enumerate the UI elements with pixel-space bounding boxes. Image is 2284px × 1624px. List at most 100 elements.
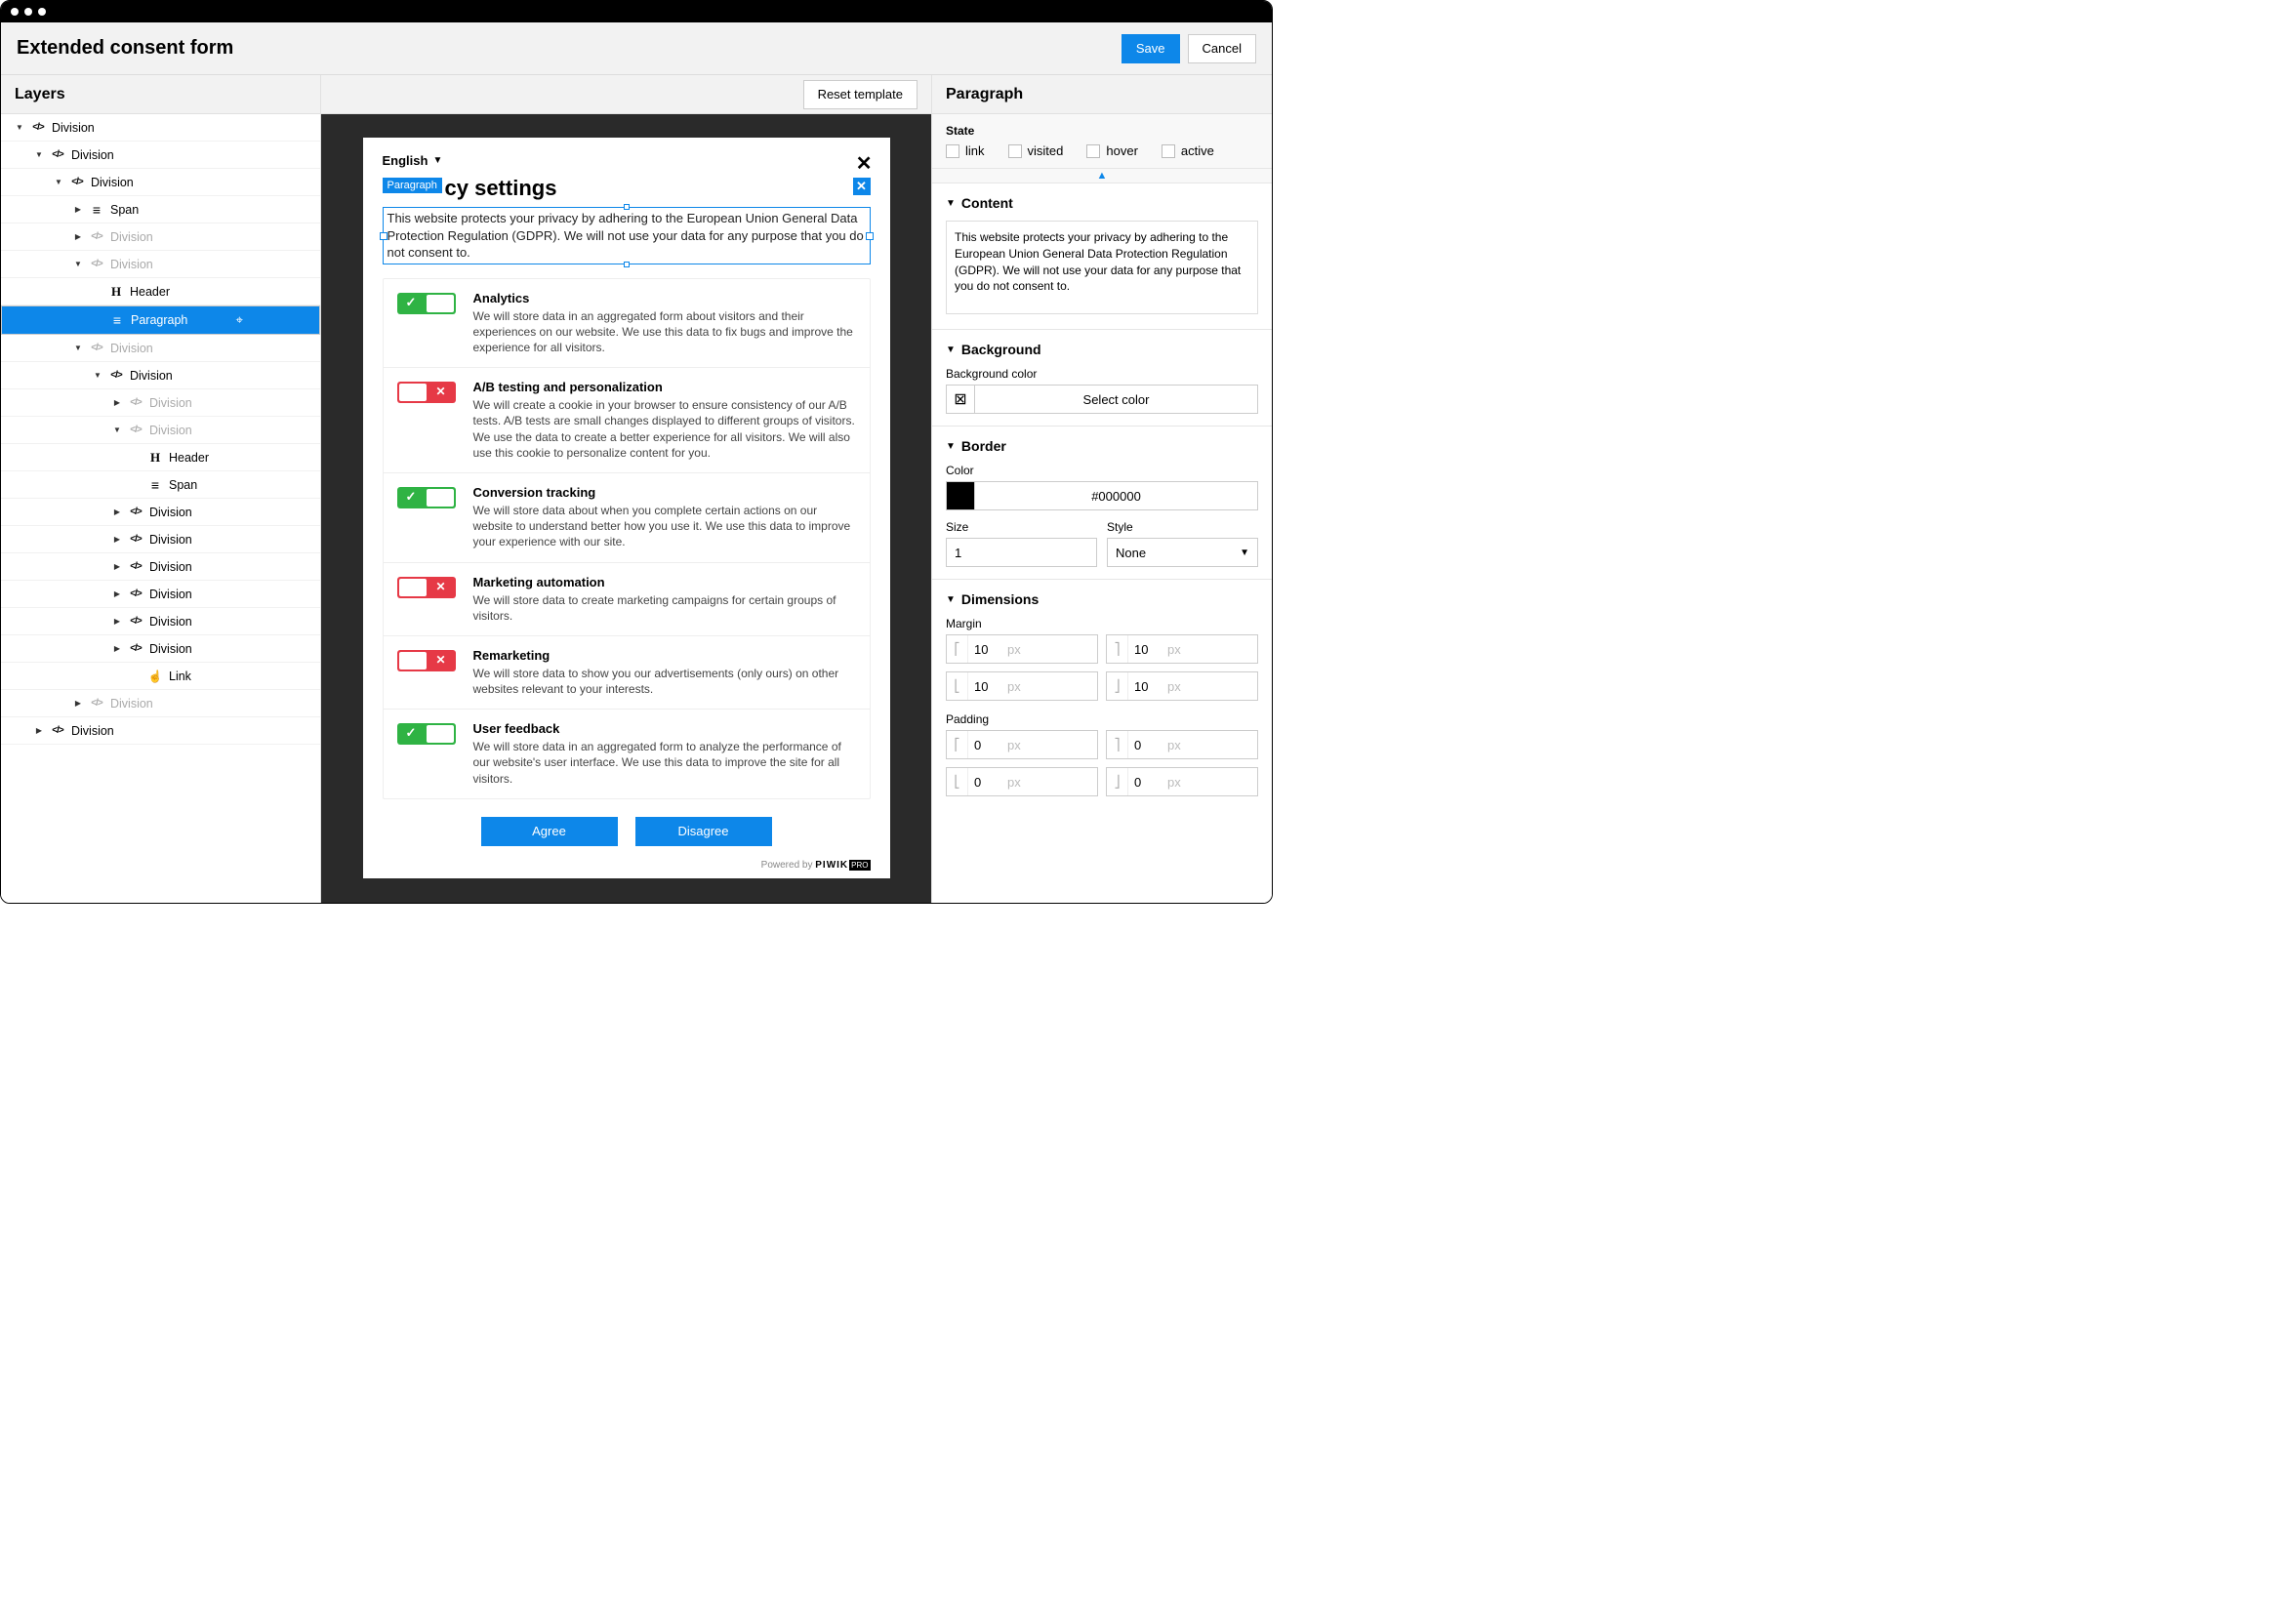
consent-toggle[interactable] (397, 577, 456, 598)
save-button[interactable]: Save (1122, 34, 1180, 63)
layer-item[interactable]: Header (1, 444, 320, 471)
select-color-button[interactable]: Select color (975, 385, 1258, 414)
consent-toggle[interactable] (397, 723, 456, 745)
layer-label: Header (130, 285, 170, 299)
layer-item[interactable]: Division (1, 251, 320, 278)
expand-arrow-icon[interactable] (54, 177, 63, 187)
expand-arrow-icon[interactable] (93, 370, 102, 381)
layer-item[interactable]: Division (1, 526, 320, 553)
layer-item[interactable]: Span (1, 196, 320, 223)
margin-input[interactable]: ⎣10px (946, 671, 1098, 701)
margin-input[interactable]: ⎦10px (1106, 671, 1258, 701)
expand-arrow-icon[interactable] (73, 204, 83, 215)
padding-input[interactable]: ⎡0px (946, 730, 1098, 759)
code-icon (128, 532, 143, 548)
consent-toggle[interactable] (397, 650, 456, 671)
expand-arrow-icon[interactable] (73, 343, 83, 353)
layer-label: Division (52, 121, 95, 135)
consent-toggle[interactable] (397, 487, 456, 508)
layer-item[interactable]: Division (1, 142, 320, 169)
state-checkbox-active[interactable]: active (1162, 143, 1214, 158)
consent-item: User feedbackWe will store data in an ag… (384, 710, 870, 798)
state-checkbox-hover[interactable]: hover (1086, 143, 1138, 158)
layer-label: Division (71, 724, 114, 738)
background-section: ▼Background Background color ⊠ Select co… (932, 330, 1272, 426)
chevron-down-icon: ▼ (946, 441, 956, 452)
border-color-value[interactable]: #000000 (975, 481, 1258, 510)
layer-item[interactable]: Division (1, 690, 320, 717)
layer-item[interactable]: Header (1, 278, 320, 305)
agree-button[interactable]: Agree (481, 817, 618, 846)
padding-input[interactable]: ⎤0px (1106, 730, 1258, 759)
layer-item[interactable]: Division (1, 335, 320, 362)
close-icon[interactable]: ✕ (856, 151, 873, 176)
state-checkbox-link[interactable]: link (946, 143, 985, 158)
padding-input[interactable]: ⎣0px (946, 767, 1098, 796)
content-textarea[interactable] (946, 221, 1258, 314)
expand-arrow-icon[interactable] (34, 149, 44, 160)
cancel-button[interactable]: Cancel (1188, 34, 1256, 63)
delete-element-button[interactable]: ✕ (853, 178, 871, 195)
layer-item[interactable]: Division (1, 114, 320, 142)
layer-item[interactable]: Division (1, 717, 320, 745)
layer-label: Link (169, 670, 191, 683)
side-icon: ⎣ (947, 672, 968, 700)
layer-item[interactable]: Division (1, 169, 320, 196)
layer-item[interactable]: Division (1, 499, 320, 526)
collapse-handle[interactable]: ▲ (932, 169, 1272, 183)
expand-arrow-icon[interactable] (112, 589, 122, 599)
selected-paragraph[interactable]: This website protects your privacy by ad… (383, 207, 871, 264)
padding-input[interactable]: ⎦0px (1106, 767, 1258, 796)
layer-item[interactable]: Division (1, 635, 320, 663)
consent-desc: We will store data about when you comple… (473, 503, 856, 550)
expand-arrow-icon[interactable] (34, 725, 44, 736)
border-style-select[interactable]: None ▼ (1107, 538, 1258, 567)
layer-item[interactable]: Division (1, 553, 320, 581)
expand-arrow-icon[interactable] (112, 534, 122, 545)
canvas[interactable]: English ▼ ✕ Paragraph ✕ cy settings This… (321, 114, 931, 903)
field-label: Margin (946, 617, 1258, 630)
expand-arrow-icon[interactable] (15, 122, 24, 133)
layer-item[interactable]: Division (1, 223, 320, 251)
window-titlebar (1, 1, 1272, 22)
layer-item[interactable]: Link (1, 663, 320, 690)
layer-item[interactable]: Division (1, 417, 320, 444)
link-icon (147, 669, 163, 684)
margin-input[interactable]: ⎡10px (946, 634, 1098, 664)
traffic-light-dot (24, 8, 32, 16)
code-icon (128, 641, 143, 657)
margin-input[interactable]: ⎤10px (1106, 634, 1258, 664)
color-swatch[interactable] (946, 481, 975, 510)
section-title: Background (961, 342, 1041, 357)
no-color-swatch[interactable]: ⊠ (946, 385, 975, 414)
layer-label: Span (110, 203, 139, 217)
modal-heading[interactable]: cy settings (383, 176, 871, 201)
expand-arrow-icon[interactable] (112, 643, 122, 654)
expand-arrow-icon[interactable] (73, 259, 83, 269)
expand-arrow-icon[interactable] (112, 425, 122, 435)
layer-item[interactable]: Span (1, 471, 320, 499)
expand-arrow-icon[interactable] (112, 616, 122, 627)
layer-item[interactable]: Division (1, 362, 320, 389)
reset-template-button[interactable]: Reset template (803, 80, 918, 109)
layers-panel: Layers DivisionDivisionDivisionSpanDivis… (1, 75, 321, 903)
layer-item[interactable]: Division (1, 608, 320, 635)
side-icon: ⎣ (947, 768, 968, 795)
consent-item: A/B testing and personalizationWe will c… (384, 368, 870, 473)
language-selector[interactable]: English ▼ (383, 153, 871, 168)
expand-arrow-icon[interactable] (112, 561, 122, 572)
layer-item[interactable]: Division (1, 581, 320, 608)
layer-item[interactable]: Division (1, 389, 320, 417)
border-size-input[interactable] (946, 538, 1097, 567)
expand-arrow-icon[interactable] (73, 698, 83, 709)
expand-arrow-icon[interactable] (112, 397, 122, 408)
code-icon (89, 257, 104, 272)
disagree-button[interactable]: Disagree (635, 817, 772, 846)
layer-item[interactable]: Paragraph⌖ (1, 305, 320, 335)
consent-toggle[interactable] (397, 293, 456, 314)
layer-label: Division (149, 615, 192, 629)
consent-toggle[interactable] (397, 382, 456, 403)
expand-arrow-icon[interactable] (112, 507, 122, 517)
expand-arrow-icon[interactable] (73, 231, 83, 242)
state-checkbox-visited[interactable]: visited (1008, 143, 1064, 158)
